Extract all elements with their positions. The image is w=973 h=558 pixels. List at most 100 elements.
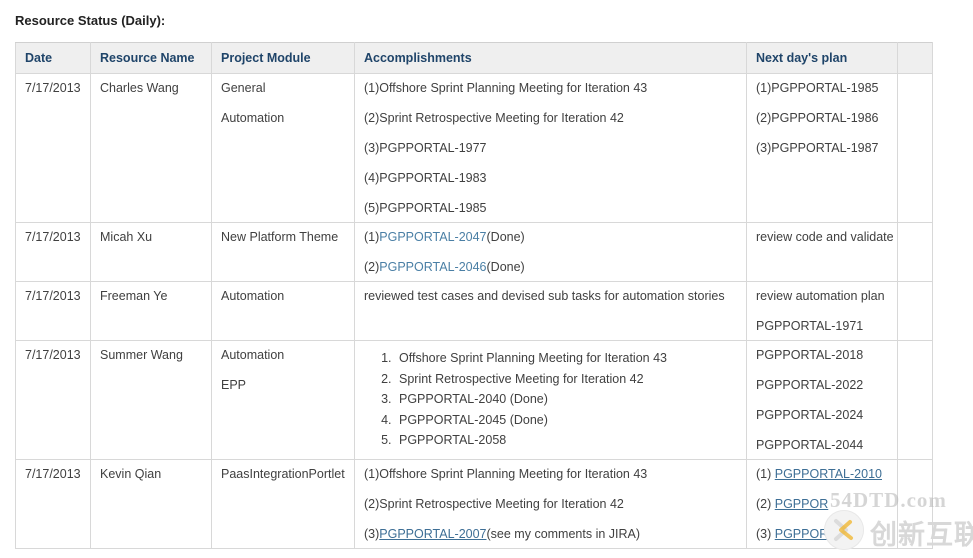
cell-date: 7/17/2013 (15, 222, 91, 282)
column-header-extra[interactable] (897, 42, 933, 74)
accomplishment-item: (1)Offshore Sprint Planning Meeting for … (364, 81, 648, 95)
item-prefix: (3) (364, 527, 380, 541)
cell-project-module: PaasIntegrationPortlet (211, 459, 355, 549)
jira-link[interactable]: PGPPORTAL-2007 (379, 527, 486, 541)
cell-date: 7/17/2013 (15, 281, 91, 341)
cell-date: 7/17/2013 (15, 73, 91, 223)
cell-extra (897, 340, 933, 460)
cell-accomplishments: (1)Offshore Sprint Planning Meeting for … (354, 459, 747, 549)
accomplishment-item: (3)PGPPORTAL-2007(see my comments in JIR… (364, 527, 738, 541)
table-row: 7/17/2013 Charles Wang General Automatio… (15, 73, 933, 223)
accomplishment-ordered-list: Offshore Sprint Planning Meeting for Ite… (364, 348, 738, 451)
module-item: PaasIntegrationPortlet (221, 467, 345, 481)
item-prefix: (2) (756, 497, 775, 511)
cell-date: 7/17/2013 (15, 459, 91, 549)
column-header-project-module[interactable]: Project Module (211, 42, 355, 74)
plan-item: PGPPORTAL-2018 (756, 348, 864, 362)
cell-resource-name: Summer Wang (90, 340, 212, 460)
cell-project-module: Automation (211, 281, 355, 341)
plan-item: PGPPORTAL-2044 (756, 438, 864, 452)
cell-date: 7/17/2013 (15, 340, 91, 460)
accomplishment-item: (2)Sprint Retrospective Meeting for Iter… (364, 111, 624, 125)
resource-status-table-wrapper: Date Resource Name Project Module Accomp… (15, 42, 933, 549)
cell-next-days-plan: review automation plan PGPPORTAL-1971 (746, 281, 898, 341)
plan-item: (2) PGPPOR (756, 497, 889, 511)
module-item: New Platform Theme (221, 230, 339, 244)
cell-project-module: New Platform Theme (211, 222, 355, 282)
cell-project-module: General Automation (211, 73, 355, 223)
table-row: 7/17/2013 Micah Xu New Platform Theme (1… (15, 222, 933, 282)
jira-link[interactable]: PGPPORTAL-2010 (775, 467, 882, 481)
table-row: 7/17/2013 Summer Wang Automation EPP Off… (15, 340, 933, 460)
plan-item: (3) PGPPOR (756, 527, 889, 541)
plan-item: (2)PGPPORTAL-1986 (756, 111, 879, 125)
plan-item: (3)PGPPORTAL-1987 (756, 141, 879, 155)
cell-accomplishments: Offshore Sprint Planning Meeting for Ite… (354, 340, 747, 460)
accomplishment-item: reviewed test cases and devised sub task… (364, 289, 725, 303)
cell-extra (897, 459, 933, 549)
item-suffix: (see my comments in JIRA) (486, 527, 641, 541)
item-prefix: (2) (364, 260, 380, 274)
cell-accomplishments: (1)Offshore Sprint Planning Meeting for … (354, 73, 747, 223)
table-body: 7/17/2013 Charles Wang General Automatio… (15, 73, 933, 549)
accomplishment-item: (5)PGPPORTAL-1985 (364, 201, 487, 215)
list-item: PGPPORTAL-2058 (395, 430, 738, 451)
page-title: Resource Status (Daily): (15, 13, 166, 28)
table-header: Date Resource Name Project Module Accomp… (15, 42, 933, 74)
column-header-resource-name[interactable]: Resource Name (90, 42, 212, 74)
list-item: Sprint Retrospective Meeting for Iterati… (395, 369, 738, 390)
cell-resource-name: Freeman Ye (90, 281, 212, 341)
table-row: 7/17/2013 Kevin Qian PaasIntegrationPort… (15, 459, 933, 549)
cell-resource-name: Kevin Qian (90, 459, 212, 549)
plan-item: PGPPORTAL-2024 (756, 408, 864, 422)
column-header-accomplishments[interactable]: Accomplishments (354, 42, 747, 74)
cell-extra (897, 281, 933, 341)
item-prefix: (1)Offshore Sprint Planning Meeting for … (364, 467, 648, 481)
item-prefix: (1) (756, 467, 775, 481)
module-item: EPP (221, 378, 247, 392)
cell-next-days-plan: PGPPORTAL-2018 PGPPORTAL-2022 PGPPORTAL-… (746, 340, 898, 460)
jira-link[interactable]: PGPPORTAL-2047 (379, 230, 486, 244)
cell-extra (897, 73, 933, 223)
item-prefix: (3) (756, 527, 775, 541)
table-header-row: Date Resource Name Project Module Accomp… (15, 42, 933, 74)
module-item: Automation (221, 289, 285, 303)
plan-item: (1) PGPPORTAL-2010 (756, 467, 889, 481)
cell-extra (897, 222, 933, 282)
plan-item: (1)PGPPORTAL-1985 (756, 81, 879, 95)
cell-resource-name: Micah Xu (90, 222, 212, 282)
cell-next-days-plan: review code and validate (746, 222, 898, 282)
item-prefix: (1) (364, 230, 380, 244)
plan-item: review code and validate (756, 230, 894, 244)
item-suffix: (Done) (486, 260, 525, 274)
cell-accomplishments: reviewed test cases and devised sub task… (354, 281, 747, 341)
plan-item: review automation plan (756, 289, 885, 303)
module-item: General (221, 81, 266, 95)
jira-link[interactable]: PGPPOR (775, 527, 829, 541)
plan-item: PGPPORTAL-1971 (756, 319, 864, 333)
list-item: PGPPORTAL-2045 (Done) (395, 410, 738, 431)
module-item: Automation (221, 111, 285, 125)
jira-link[interactable]: PGPPORTAL-2046 (379, 260, 486, 274)
cell-next-days-plan: (1) PGPPORTAL-2010 (2) PGPPOR (3) PGPPOR (746, 459, 898, 549)
list-item: Offshore Sprint Planning Meeting for Ite… (395, 348, 738, 369)
list-item: PGPPORTAL-2040 (Done) (395, 389, 738, 410)
page-root: Resource Status (Daily): Date Resource N… (0, 0, 973, 558)
cell-next-days-plan: (1)PGPPORTAL-1985 (2)PGPPORTAL-1986 (3)P… (746, 73, 898, 223)
accomplishment-item: (4)PGPPORTAL-1983 (364, 171, 487, 185)
column-header-next-days-plan[interactable]: Next day's plan (746, 42, 898, 74)
accomplishment-item: (2)Sprint Retrospective Meeting for Iter… (364, 497, 738, 511)
accomplishment-item: (3)PGPPORTAL-1977 (364, 141, 487, 155)
plan-item: PGPPORTAL-2022 (756, 378, 864, 392)
jira-link[interactable]: PGPPOR (775, 497, 829, 511)
table-row: 7/17/2013 Freeman Ye Automation reviewed… (15, 281, 933, 341)
cell-resource-name: Charles Wang (90, 73, 212, 223)
item-prefix: (2)Sprint Retrospective Meeting for Iter… (364, 497, 624, 511)
accomplishment-item: (2)PGPPORTAL-2046(Done) (364, 260, 738, 274)
column-header-date[interactable]: Date (15, 42, 91, 74)
item-suffix: (Done) (486, 230, 525, 244)
accomplishment-item: (1)Offshore Sprint Planning Meeting for … (364, 467, 738, 481)
module-item: Automation (221, 348, 285, 362)
cell-accomplishments: (1)PGPPORTAL-2047(Done) (2)PGPPORTAL-204… (354, 222, 747, 282)
accomplishment-item: (1)PGPPORTAL-2047(Done) (364, 230, 738, 244)
